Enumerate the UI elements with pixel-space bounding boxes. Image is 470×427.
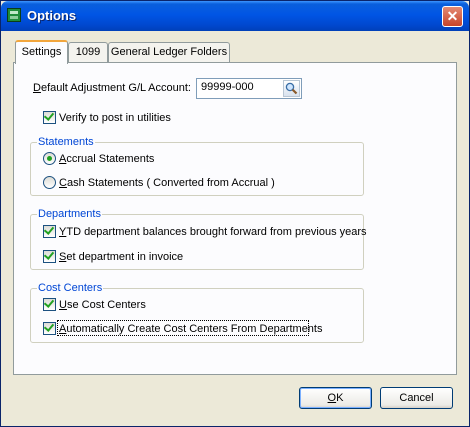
set-department-checkbox[interactable] xyxy=(43,249,56,263)
tab-gl-folders-label: General Ledger Folders xyxy=(110,46,228,58)
ok-button[interactable]: OK xyxy=(299,387,372,409)
cash-radio[interactable] xyxy=(43,176,56,189)
gl-account-field[interactable]: 99999-000 xyxy=(196,78,302,99)
radio-dot-icon xyxy=(47,156,52,161)
use-cost-centers-label: Use Cost Centers xyxy=(59,299,146,311)
tab-general-ledger-folders[interactable]: General Ledger Folders xyxy=(108,42,230,62)
set-department-label: Set department in invoice xyxy=(59,251,184,263)
gl-lookup-button[interactable] xyxy=(283,80,300,97)
check-mark-icon xyxy=(43,249,55,260)
check-mark-icon xyxy=(43,110,55,121)
use-cost-centers-checkbox[interactable] xyxy=(43,297,56,311)
check-mark-icon xyxy=(43,297,55,308)
tab-settings[interactable]: Settings xyxy=(15,40,68,64)
accrual-radio[interactable] xyxy=(43,152,56,165)
tab-1099[interactable]: 1099 xyxy=(68,42,108,62)
accrual-label: Accrual Statements xyxy=(59,153,155,165)
ytd-balances-label: YTD department balances brought forward … xyxy=(59,226,367,238)
auto-create-cost-centers-checkbox[interactable] xyxy=(43,321,56,335)
tab-1099-label: 1099 xyxy=(75,46,101,58)
magnifier-icon xyxy=(285,82,298,95)
gl-account-label: Default Adjustment G/L Account: xyxy=(33,82,191,94)
tab-settings-label: Settings xyxy=(21,46,62,58)
statements-group-title: Statements xyxy=(37,136,95,148)
ytd-balances-checkbox[interactable] xyxy=(43,224,56,238)
cost-centers-group-title: Cost Centers xyxy=(37,282,104,294)
check-mark-icon xyxy=(43,321,55,332)
gl-account-value: 99999-000 xyxy=(201,81,254,93)
title-bar[interactable]: Options ✕ xyxy=(1,1,469,31)
app-icon xyxy=(7,8,21,22)
verify-checkbox[interactable] xyxy=(43,110,56,124)
close-icon: ✕ xyxy=(446,8,459,24)
close-button[interactable]: ✕ xyxy=(442,6,463,27)
verify-label: Verify to post in utilities xyxy=(59,112,171,124)
window-title: Options xyxy=(27,8,77,23)
check-mark-icon xyxy=(43,224,55,235)
cash-label: Cash Statements ( Converted from Accrual… xyxy=(59,177,275,189)
auto-create-cost-centers-label: Automatically Create Cost Centers From D… xyxy=(59,323,323,335)
cancel-button[interactable]: Cancel xyxy=(380,387,453,409)
departments-group-title: Departments xyxy=(37,208,102,220)
